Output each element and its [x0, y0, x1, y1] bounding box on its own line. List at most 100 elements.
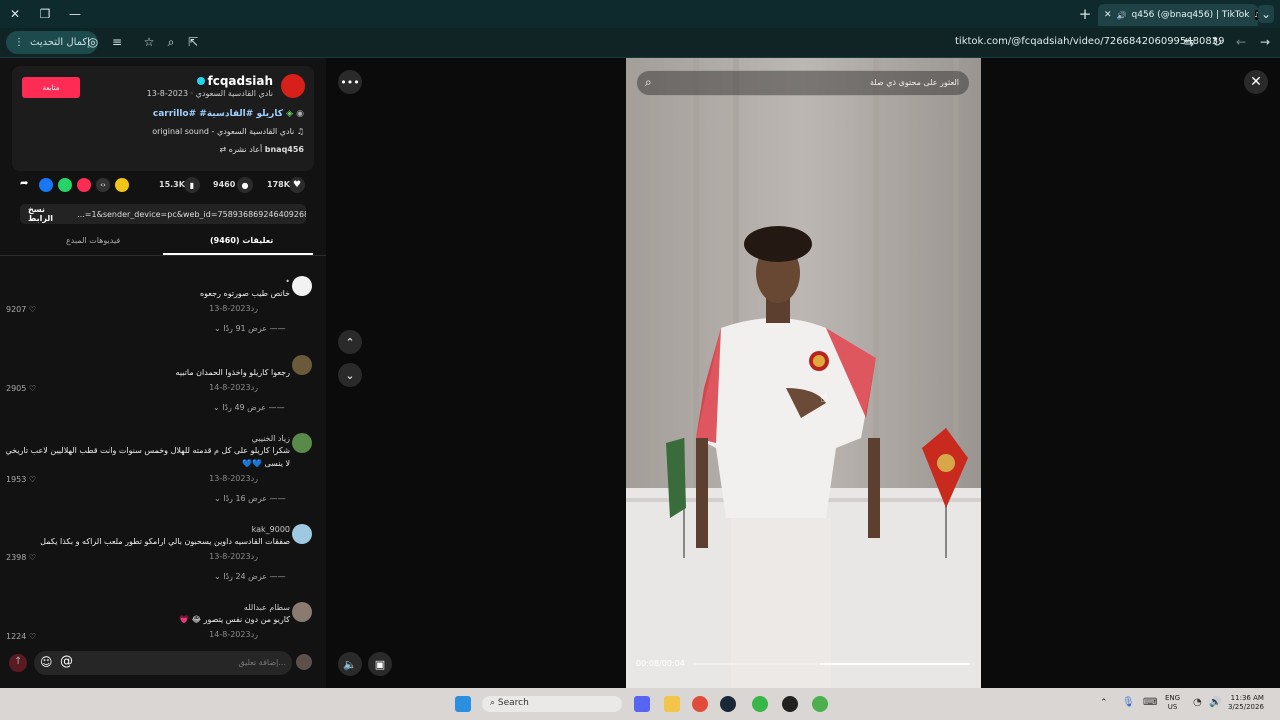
- comment-meta: رد2023-8-14: [209, 630, 258, 639]
- tab-close-icon[interactable]: ✕: [1104, 10, 1112, 20]
- tray-chevron-icon[interactable]: ⌃: [1100, 698, 1108, 708]
- video-progress-bar[interactable]: [693, 663, 970, 665]
- arrow-up-icon: ↑: [14, 656, 23, 667]
- zoom-icon[interactable]: ⌕: [162, 33, 180, 51]
- creator-avatar[interactable]: [281, 74, 305, 98]
- hashtags[interactable]: carrillo# #كاريلو #القادسية ◈ ◉: [153, 109, 304, 119]
- more-options-icon[interactable]: •••: [338, 70, 362, 94]
- clock[interactable]: 11:36 AM 3/25/2026: [1228, 694, 1264, 712]
- browser-tab[interactable]: ✕ 🔊 q456 (@bnaq456) | TikTok ♪: [1098, 4, 1258, 26]
- windows-start-icon[interactable]: [455, 696, 471, 712]
- forward-icon[interactable]: ←: [1232, 33, 1250, 51]
- more-vert-icon: ⋮: [14, 37, 24, 48]
- video-time: 00:08/00:04: [636, 659, 685, 668]
- tab-comments[interactable]: (9460) تعليقات: [210, 236, 273, 245]
- share-icon[interactable]: ➦: [20, 178, 28, 189]
- tab-audio-icon: 🔊: [1116, 10, 1127, 20]
- embed-icon[interactable]: ‹›: [96, 178, 110, 192]
- copy-link-row: نسخ الرابط ...=1&sender_device=pc&web_id…: [20, 204, 306, 224]
- whatsapp-icon[interactable]: [58, 178, 72, 192]
- comment-avatar[interactable]: [292, 524, 312, 544]
- comment-likes[interactable]: 1224 ♡: [6, 632, 36, 641]
- chrome-alt-icon[interactable]: [812, 696, 828, 712]
- comment-avatar[interactable]: [292, 276, 312, 296]
- site-settings-icon[interactable]: ⇆: [1180, 33, 1198, 51]
- close-window-icon[interactable]: ✕: [6, 5, 24, 23]
- steam-icon[interactable]: [720, 696, 736, 712]
- mention-icon[interactable]: @: [60, 654, 73, 669]
- back-icon[interactable]: →: [1256, 33, 1274, 51]
- next-video-icon[interactable]: ⌄: [338, 363, 362, 387]
- picture-in-picture-icon[interactable]: ▣: [368, 652, 392, 676]
- previous-video-icon[interactable]: ⌃: [338, 330, 362, 354]
- badge-icon: ◈: [286, 109, 293, 119]
- file-explorer-icon[interactable]: [664, 696, 680, 712]
- creator-subtitle: نادي القادسية السعودي · 2023-8-13: [146, 89, 273, 98]
- video-progress-fill: [820, 663, 970, 665]
- related-search-input[interactable]: ⌕ العثور على محتوى ذي صلة: [636, 70, 970, 96]
- comment-author[interactable]: زياد الخنيبي: [252, 434, 290, 443]
- comment-avatar[interactable]: [292, 355, 312, 375]
- like-icon[interactable]: ♥: [289, 177, 305, 193]
- comment-likes[interactable]: 2905 ♡: [6, 384, 36, 393]
- title-bar: ✕ ❐ — + ✕ 🔊 q456 (@bnaq456) | TikTok ♪ ⌄: [0, 0, 1280, 28]
- search-icon: ⌕: [645, 75, 652, 89]
- comment-author[interactable]: •: [285, 277, 290, 286]
- related-search-placeholder: العثور على محتوى ذي صلة: [869, 78, 959, 87]
- facebook-icon[interactable]: [39, 178, 53, 192]
- tab-creator-videos[interactable]: فيديوهات المبدع: [66, 236, 120, 245]
- comment-likes[interactable]: 9207 ♡: [6, 305, 36, 314]
- comment-likes[interactable]: 1953 ♡: [6, 475, 36, 484]
- reload-icon[interactable]: ↻: [1208, 33, 1226, 51]
- follow-button[interactable]: متابعة: [22, 77, 80, 98]
- chrome-icon[interactable]: [692, 696, 708, 712]
- copy-link-button[interactable]: نسخ الرابط: [20, 205, 77, 223]
- bookmark-star-icon[interactable]: ☆: [140, 33, 158, 51]
- profile-icon[interactable]: ◎: [84, 33, 102, 51]
- close-player-icon[interactable]: ✕: [1244, 70, 1268, 94]
- emoji-share-icon[interactable]: [115, 178, 129, 192]
- save-count: 15.3K: [159, 180, 185, 189]
- app-icon[interactable]: [782, 696, 798, 712]
- mouse-cursor-icon: ☝: [820, 390, 829, 406]
- view-replies[interactable]: ⌄ عرض 16 ردًا ——: [214, 494, 286, 503]
- install-app-icon[interactable]: ⇱: [184, 33, 202, 51]
- comment-author[interactable]: سطام عبدالله: [244, 603, 290, 612]
- chrome-profile-icon[interactable]: [752, 696, 768, 712]
- restore-window-icon[interactable]: ❐: [36, 5, 54, 23]
- active-tab-indicator: [163, 253, 313, 255]
- volume-icon[interactable]: 🔈: [338, 652, 362, 676]
- repost-icon: ⇄: [219, 145, 227, 154]
- comment-text: كاريو من دون نفس يتصور 😂 💗: [179, 615, 290, 624]
- minimize-window-icon[interactable]: —: [66, 5, 84, 23]
- comment-input[interactable]: ☺ @ إضافة تعليق...: [34, 651, 292, 675]
- taskbar-search[interactable]: ⌕ Search: [482, 696, 622, 712]
- wifi-icon[interactable]: ◔: [1193, 697, 1202, 708]
- new-tab-icon[interactable]: +: [1076, 5, 1094, 23]
- speaker-icon[interactable]: 🔊: [1209, 697, 1221, 708]
- comment-avatar[interactable]: [292, 602, 312, 622]
- bookmark-icon[interactable]: ▮: [184, 177, 200, 193]
- comment-likes[interactable]: 2398 ♡: [6, 553, 36, 562]
- keyboard-icon[interactable]: ⌨: [1143, 697, 1157, 708]
- tab-search-icon[interactable]: ⌄: [1258, 5, 1274, 23]
- comment-avatar[interactable]: [292, 433, 312, 453]
- creator-username[interactable]: fcqadsiah: [197, 74, 273, 88]
- comment-placeholder: إضافة تعليق...: [238, 658, 286, 667]
- video-frame[interactable]: [626, 58, 981, 688]
- view-replies[interactable]: ⌄ عرض 24 ردًا ——: [214, 572, 286, 581]
- video-scene: [626, 58, 981, 688]
- view-replies[interactable]: ⌄ عرض 49 ردًا ——: [213, 403, 285, 412]
- view-replies[interactable]: ⌄ عرض 91 ردًا ——: [214, 324, 286, 333]
- comment-icon[interactable]: ●: [237, 177, 253, 193]
- language-indicator[interactable]: ENG US: [1165, 694, 1180, 712]
- sound-link[interactable]: original sound - نادي القادسية السعودي ♫: [152, 127, 304, 136]
- send-to-friend-icon[interactable]: [77, 178, 91, 192]
- emoji-icon[interactable]: ☺: [40, 655, 53, 669]
- comment-meta: رد2023-8-13: [209, 552, 258, 561]
- comment-author[interactable]: kak_9000: [252, 525, 290, 534]
- reading-list-icon[interactable]: ≡: [108, 33, 126, 51]
- comment-text: رجعوا كاريلو واخذوا الحمدان ماتبيه: [175, 368, 290, 377]
- discord-icon[interactable]: [634, 696, 650, 712]
- mic-icon[interactable]: 🎙: [1122, 697, 1135, 708]
